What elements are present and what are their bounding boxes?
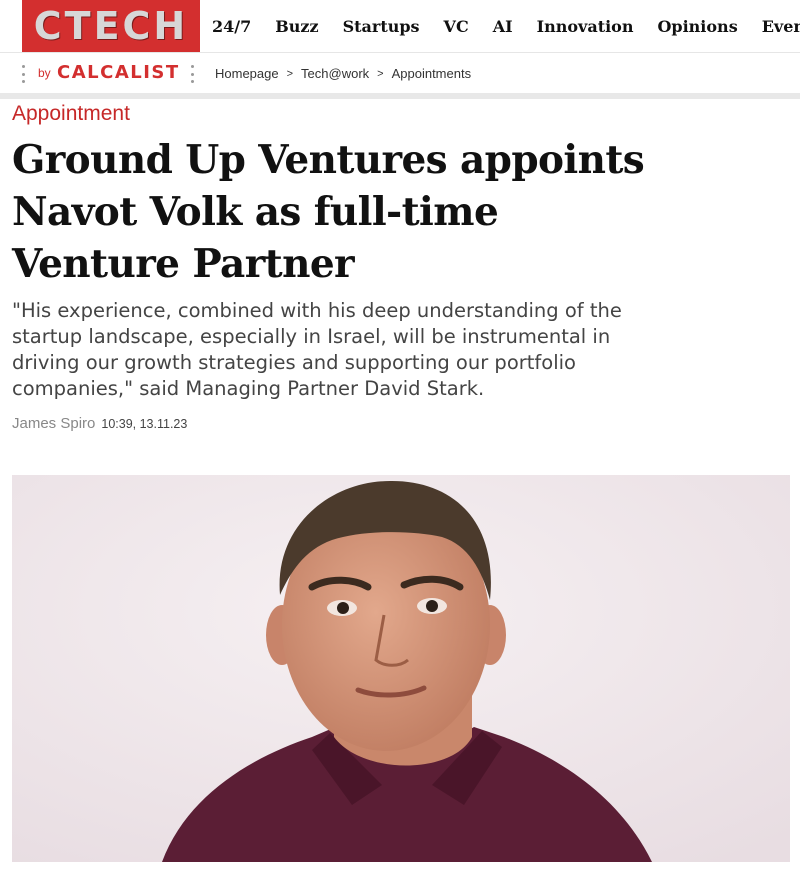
breadcrumb-divider (0, 93, 800, 99)
ctech-logo[interactable]: CTECH (22, 0, 200, 52)
nav-item-buzz[interactable]: Buzz (263, 17, 330, 36)
article-subtitle: "His experience, combined with his deep … (12, 299, 622, 400)
calcalist-logo[interactable]: CALCALIST (57, 62, 180, 83)
publish-datetime: 10:39, 13.11.23 (101, 417, 188, 431)
main-nav: 24/7 Buzz Startups VC AI Innovation Opin… (200, 0, 800, 52)
article-category[interactable]: Appointment (12, 102, 130, 126)
by-label: by (38, 66, 51, 80)
breadcrumb-appointments[interactable]: Appointments (392, 66, 472, 81)
breadcrumb-tech-at-work[interactable]: Tech@work (301, 66, 369, 81)
breadcrumb: Homepage > Tech@work > Appointments (215, 66, 471, 81)
nav-item-startups[interactable]: Startups (331, 17, 432, 36)
nav-item-vc[interactable]: VC (432, 17, 481, 36)
article-photo (12, 475, 790, 862)
breadcrumb-bar: by CALCALIST Homepage > Tech@work > Appo… (0, 53, 800, 99)
nav-item-24-7[interactable]: 24/7 (200, 17, 263, 36)
chevron-right-icon: > (286, 67, 294, 80)
chevron-right-icon: > (377, 67, 384, 80)
logo-text: CTECH (33, 4, 189, 48)
breadcrumb-homepage[interactable]: Homepage (215, 66, 279, 81)
article-headline: Ground Up Ventures appoints Navot Volk a… (12, 137, 645, 287)
nav-item-innovation[interactable]: Innovation (525, 17, 646, 36)
article-byline: James Spiro 10:39, 13.11.23 (12, 415, 187, 432)
top-navigation: CTECH 24/7 Buzz Startups VC AI Innovatio… (0, 0, 800, 53)
nav-item-ai[interactable]: AI (481, 17, 525, 36)
nav-item-events[interactable]: Events (750, 17, 800, 36)
nav-item-opinions[interactable]: Opinions (645, 17, 749, 36)
divider-dots-icon (191, 65, 195, 83)
author-name[interactable]: James Spiro (12, 415, 95, 432)
divider-dots-icon (22, 65, 26, 83)
